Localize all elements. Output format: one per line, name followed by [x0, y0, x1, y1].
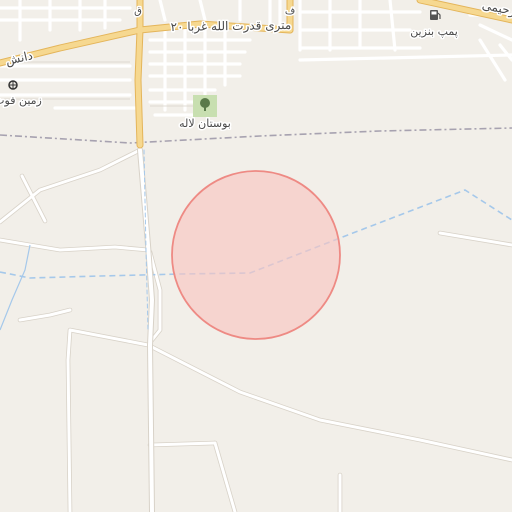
- street-label-vertical-mid: ف: [285, 6, 295, 17]
- sports-field-icon[interactable]: [8, 80, 18, 90]
- street-label-main: ۲۰ متری قدرت الله غربا: [170, 18, 291, 35]
- map-view[interactable]: ۲۰ متری قدرت الله غربا دانش رحیمی پمپ بن…: [0, 0, 512, 512]
- poi-label-land: زمین فوت: [0, 94, 42, 107]
- poi-label-fuel: پمپ بنزین: [410, 25, 458, 38]
- map-canvas: ۲۰ متری قدرت الله غربا دانش رحیمی پمپ بن…: [0, 0, 512, 512]
- south-corridor: [137, 147, 156, 512]
- street-label-vertical-left: ق: [134, 6, 142, 17]
- highlight-circle[interactable]: [171, 170, 341, 340]
- poi-label-park: بوستان لاله: [179, 117, 231, 130]
- admin-boundary: [0, 127, 512, 144]
- fuel-pump-icon[interactable]: [430, 10, 441, 20]
